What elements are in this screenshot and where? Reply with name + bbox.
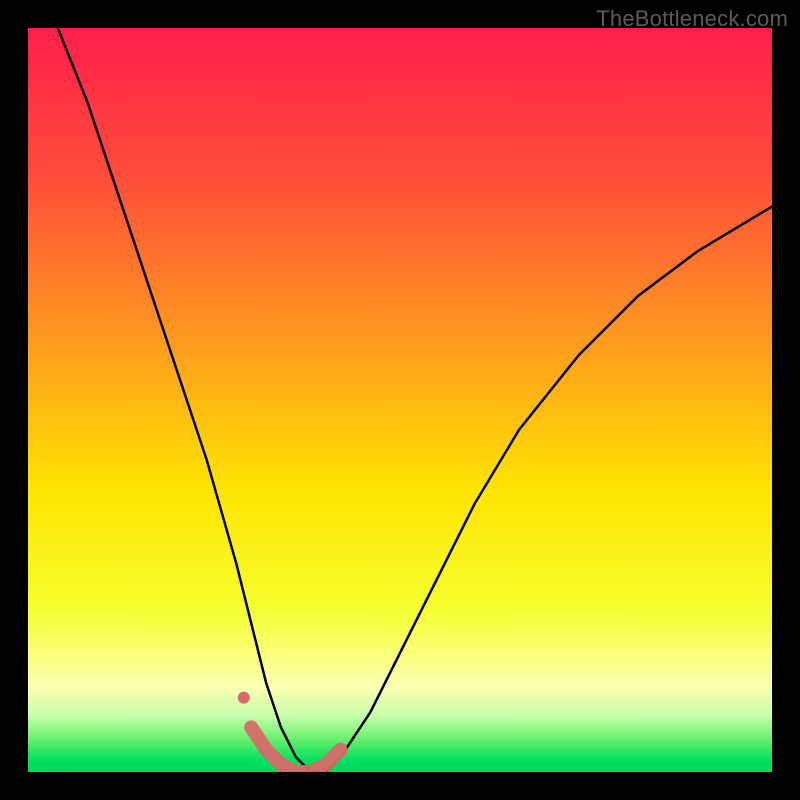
watermark-text: TheBottleneck.com — [596, 6, 788, 32]
chart-frame: TheBottleneck.com — [0, 0, 800, 800]
gradient-background — [28, 28, 772, 772]
plot-area — [28, 28, 772, 772]
chart-svg — [28, 28, 772, 772]
highlight-dot — [238, 692, 250, 704]
